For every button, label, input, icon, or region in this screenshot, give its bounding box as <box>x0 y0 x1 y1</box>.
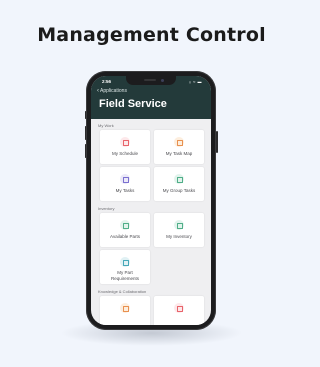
tile-my-group-tasks[interactable]: My Group Tasks <box>154 167 204 201</box>
section-label-inventory: Inventory <box>98 206 115 211</box>
tile-my-tasks[interactable]: My Tasks <box>100 167 150 201</box>
knowledge-icon <box>120 303 130 313</box>
page-headline: Management Control <box>37 24 266 46</box>
tile-label: My Group Tasks <box>162 188 196 193</box>
phone-power-button <box>216 131 218 153</box>
tile-label: My Task Map <box>165 151 193 156</box>
section-label-knowledge-collaboration: Knowledge & Collaboration <box>98 289 147 294</box>
tile-my-inventory[interactable]: My Inventory <box>154 213 204 247</box>
tile-label: My Part Requirements <box>110 270 139 281</box>
requirements-icon <box>120 257 130 267</box>
tile-label: My Tasks <box>115 188 135 193</box>
group-tasks-icon <box>174 174 184 184</box>
tile-label: My Schedule <box>111 151 138 156</box>
phone-volume-up <box>84 126 86 140</box>
tile-my-task-map[interactable]: My Task Map <box>154 130 204 164</box>
phone-notch <box>126 76 176 85</box>
back-label: Applications <box>100 88 127 94</box>
phone-volume-down <box>84 144 86 158</box>
chevron-left-icon: ‹ <box>97 87 99 94</box>
section-label-my-work: My Work <box>98 123 114 128</box>
tile-collaboration[interactable] <box>154 296 204 325</box>
tasks-icon <box>120 174 130 184</box>
tile-my-schedule[interactable]: My Schedule <box>100 130 150 164</box>
back-button[interactable]: ‹ Applications <box>97 87 127 95</box>
tile-label: My Inventory <box>166 234 192 239</box>
tile-knowledge[interactable] <box>100 296 150 325</box>
phone-screen: 2:56 ᵢᵢ ≈ ▬ ‹ Applications Field Service… <box>91 76 211 325</box>
collaboration-icon <box>174 303 184 313</box>
front-camera <box>161 78 164 82</box>
phone-silent-switch <box>84 111 86 119</box>
tile-my-part-requirements[interactable]: My Part Requirements <box>100 250 150 284</box>
app-title: Field Service <box>99 98 167 110</box>
calendar-icon <box>120 137 130 147</box>
status-icons: ᵢᵢ ≈ ▬ <box>189 79 202 84</box>
map-icon <box>174 137 184 147</box>
tile-label: Available Parts <box>110 234 140 239</box>
status-time: 2:56 <box>102 79 112 84</box>
tile-available-parts[interactable]: Available Parts <box>100 213 150 247</box>
parts-icon <box>120 220 130 230</box>
phone-mockup: 2:56 ᵢᵢ ≈ ▬ ‹ Applications Field Service… <box>84 71 218 330</box>
speaker-grille <box>144 79 156 81</box>
inventory-icon <box>174 220 184 230</box>
